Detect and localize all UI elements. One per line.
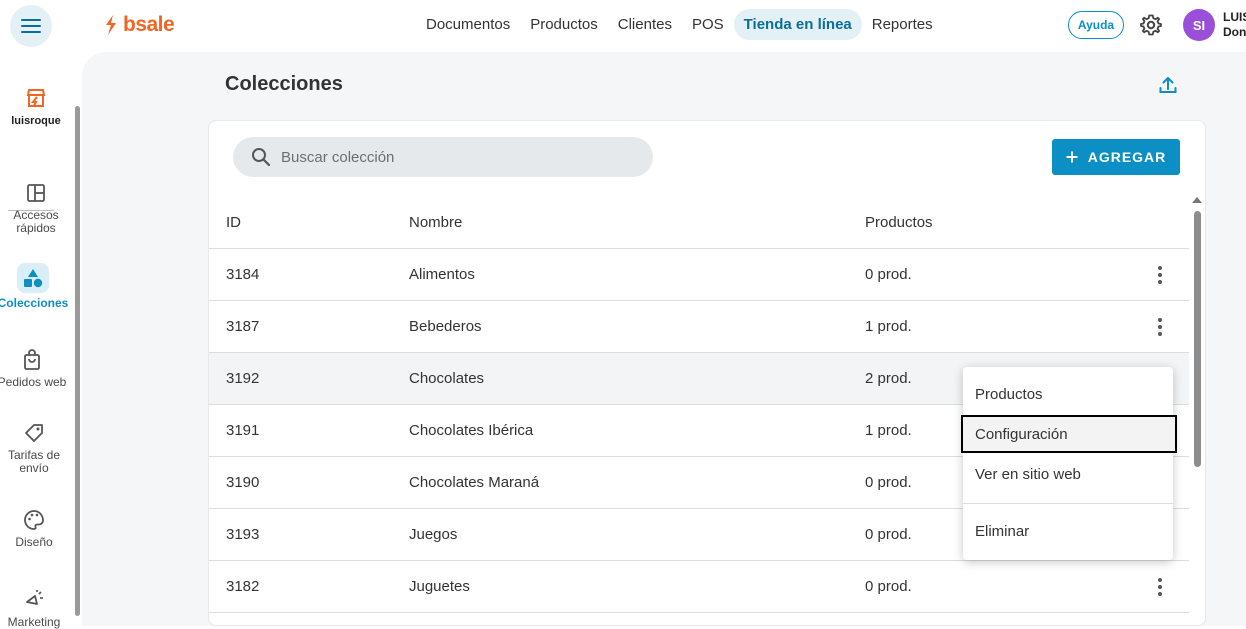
hamburger-menu-button[interactable] [10, 5, 52, 47]
page-title: Colecciones [225, 73, 343, 95]
nav-clientes[interactable]: Clientes [608, 9, 682, 40]
nav-productos[interactable]: Productos [520, 9, 608, 40]
search-box[interactable] [233, 137, 653, 177]
nav-documentos[interactable]: Documentos [416, 9, 520, 40]
table-row[interactable]: 3184 Alimentos 0 prod. [209, 249, 1189, 301]
cell-products: 0 prod. [865, 266, 912, 283]
cell-name: Chocolates Ibérica [409, 422, 534, 439]
cell-products: 0 prod. [865, 526, 912, 543]
menu-item-configuracion[interactable]: Configuración [961, 415, 1177, 453]
table-header: ID Nombre Productos [209, 195, 1189, 249]
logo-text: bsale [123, 13, 175, 36]
cell-id: 3190 [226, 474, 260, 491]
sidebar-scrollbar[interactable] [75, 106, 80, 616]
sidebar-item-label: rápidos [16, 221, 56, 235]
tag-icon [25, 424, 43, 442]
bsale-logo-icon [106, 15, 116, 35]
cell-id: 3184 [226, 266, 260, 283]
sidebar-item-label: Pedidos web [0, 375, 67, 389]
cell-id: 3191 [226, 422, 260, 439]
user-name-line1: LUIS [1223, 10, 1246, 24]
row-context-menu: Productos Configuración Ver en sitio web… [961, 367, 1177, 560]
sidebar-item-pedidos-web[interactable]: Pedidos web [0, 348, 72, 389]
nav-reportes[interactable]: Reportes [862, 9, 943, 40]
row-menu-icon[interactable] [1151, 263, 1169, 287]
layout-icon [27, 184, 45, 202]
row-menu-icon[interactable] [1151, 315, 1169, 339]
cell-products: 0 prod. [865, 578, 912, 595]
search-input[interactable] [281, 148, 641, 166]
cell-id: 3193 [226, 526, 260, 543]
nav-pos[interactable]: POS [682, 9, 734, 40]
add-button-label: AGREGAR [1087, 149, 1167, 165]
palette-icon [24, 510, 44, 530]
cell-products: 1 prod. [865, 422, 912, 439]
menu-item-ver-en-sitio-web[interactable]: Ver en sitio web [963, 455, 1173, 493]
store-name: luisroque [11, 115, 61, 127]
user-avatar[interactable]: SI [1183, 9, 1215, 41]
upload-icon[interactable] [1157, 74, 1179, 96]
nav-tienda-en-linea[interactable]: Tienda en línea [733, 9, 862, 40]
cell-products: 0 prod. [865, 474, 912, 491]
menu-divider [963, 503, 1173, 504]
cell-products: 2 prod. [865, 370, 912, 387]
shopping-bag-icon [24, 349, 40, 370]
cell-id: 3187 [226, 318, 260, 335]
top-bar: bsale Documentos Productos Clientes POS … [0, 0, 1246, 52]
scroll-up-arrow[interactable] [1192, 197, 1202, 203]
gear-icon[interactable] [1139, 13, 1163, 37]
cell-name: Juegos [409, 526, 458, 543]
menu-item-eliminar[interactable]: Eliminar [963, 512, 1173, 550]
help-button[interactable]: Ayuda [1068, 11, 1124, 39]
main-navigation: Documentos Productos Clientes POS Tienda… [416, 9, 943, 40]
cell-name: Bebederos [409, 318, 482, 335]
add-collection-button[interactable]: AGREGAR [1052, 139, 1180, 175]
shapes-icon [24, 269, 43, 288]
collections-icon-wrap [17, 263, 49, 293]
header-name[interactable]: Nombre [409, 214, 462, 231]
sidebar-item-accesos-rapidos[interactable]: Accesos rápidos [0, 181, 72, 235]
store-icon [26, 89, 46, 107]
sidebar-item-label: Marketing [7, 615, 61, 629]
cell-id: 3192 [226, 370, 260, 387]
cell-id: 3182 [226, 578, 260, 595]
user-name-line2: Don [1223, 25, 1246, 39]
sidebar-store[interactable]: luisroque [0, 86, 72, 128]
sidebar-item-label: Diseño [15, 535, 53, 549]
cell-name: Juguetes [409, 578, 470, 595]
row-menu-icon[interactable] [1151, 575, 1169, 599]
sidebar-item-label: Colecciones [0, 296, 69, 310]
sidebar-item-diseno[interactable]: Diseño [0, 508, 72, 549]
user-name[interactable]: LUIS Don [1223, 10, 1246, 40]
menu-item-productos[interactable]: Productos [963, 375, 1173, 413]
cell-products: 1 prod. [865, 318, 912, 335]
cell-name: Chocolates [409, 370, 485, 387]
sidebar-item-tarifas-envio[interactable]: Tarifas de envío [0, 421, 72, 475]
header-products[interactable]: Productos [865, 214, 933, 231]
header-id[interactable]: ID [226, 214, 241, 231]
sidebar-item-label: envío [19, 461, 49, 475]
sidebar-item-marketing[interactable]: Marketing [0, 588, 72, 629]
sidebar-item-colecciones[interactable]: Colecciones [0, 263, 72, 310]
search-icon [252, 148, 271, 167]
cell-name: Chocolates Maraná [409, 474, 540, 491]
plus-icon [1066, 151, 1078, 163]
cell-name: Alimentos [409, 266, 475, 283]
hamburger-icon [21, 19, 41, 33]
table-scrollbar[interactable] [1194, 211, 1201, 467]
table-row[interactable]: 3187 Bebederos 1 prod. [209, 301, 1189, 353]
sidebar: luisroque Accesos rápidos Colecciones Pe… [0, 52, 80, 629]
table-row[interactable]: 3182 Juguetes 0 prod. [209, 561, 1189, 613]
megaphone-icon [26, 590, 43, 605]
bsale-logo[interactable]: bsale [103, 13, 175, 37]
